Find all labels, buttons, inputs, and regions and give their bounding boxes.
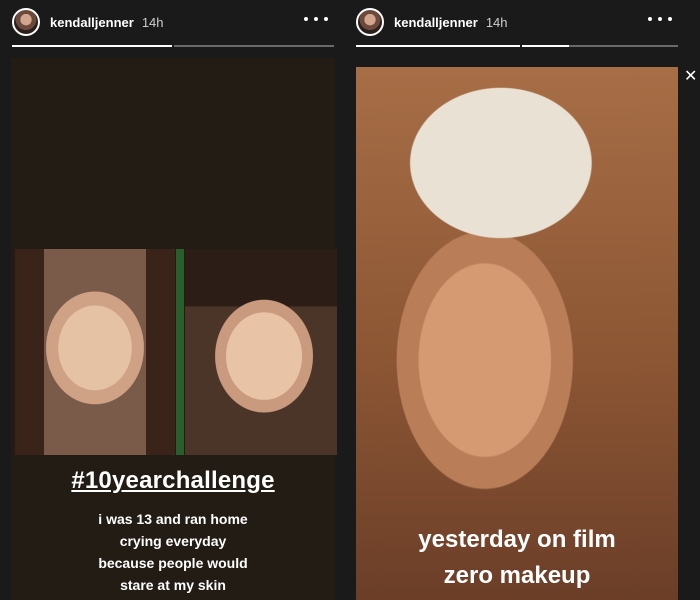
more-options-button[interactable]: [304, 12, 328, 26]
story-left: kendalljenner 14h #10yearchallenge i was…: [0, 0, 346, 600]
progress-segment: [12, 45, 172, 47]
story-header: kendalljenner 14h: [346, 0, 700, 44]
photo-divider: [176, 249, 184, 455]
caption-line: yesterday on film: [418, 526, 616, 553]
timestamp: 14h: [141, 14, 164, 30]
caption-line: stare at my skin: [120, 577, 226, 593]
more-options-icon: [324, 17, 328, 21]
caption-line: i was 13 and ran home: [98, 511, 248, 527]
progress-segment: [174, 45, 334, 47]
caption-line: because people would: [98, 555, 248, 571]
more-options-icon: [304, 17, 308, 21]
story-right: kendalljenner 14h yesterday on film zero…: [346, 0, 700, 600]
more-options-icon: [314, 17, 318, 21]
hashtag-text[interactable]: #10yearchallenge: [11, 467, 335, 495]
caption-line: zero makeup: [443, 562, 591, 589]
story-header: kendalljenner 14h: [0, 0, 346, 44]
story-photo: yesterday on film zero makeup: [356, 67, 678, 600]
more-options-button[interactable]: [648, 12, 672, 26]
caption: yesterday on film zero makeup: [356, 522, 678, 594]
timestamp: 14h: [485, 14, 508, 30]
more-options-icon: [668, 17, 672, 21]
caption: i was 13 and ran home crying everyday be…: [11, 508, 335, 596]
avatar[interactable]: [356, 8, 384, 36]
progress-segment: [356, 45, 520, 47]
close-icon[interactable]: ✕: [684, 66, 697, 86]
username[interactable]: kendalljenner: [50, 15, 134, 30]
photo-now: [185, 249, 337, 455]
more-options-icon: [648, 17, 652, 21]
story-content: #10yearchallenge i was 13 and ran home c…: [11, 58, 337, 600]
username[interactable]: kendalljenner: [394, 15, 478, 30]
progress-segment: [522, 45, 678, 47]
caption-line: crying everyday: [119, 533, 227, 549]
photo-then: [15, 249, 175, 455]
avatar[interactable]: [12, 8, 40, 36]
more-options-icon: [658, 17, 662, 21]
